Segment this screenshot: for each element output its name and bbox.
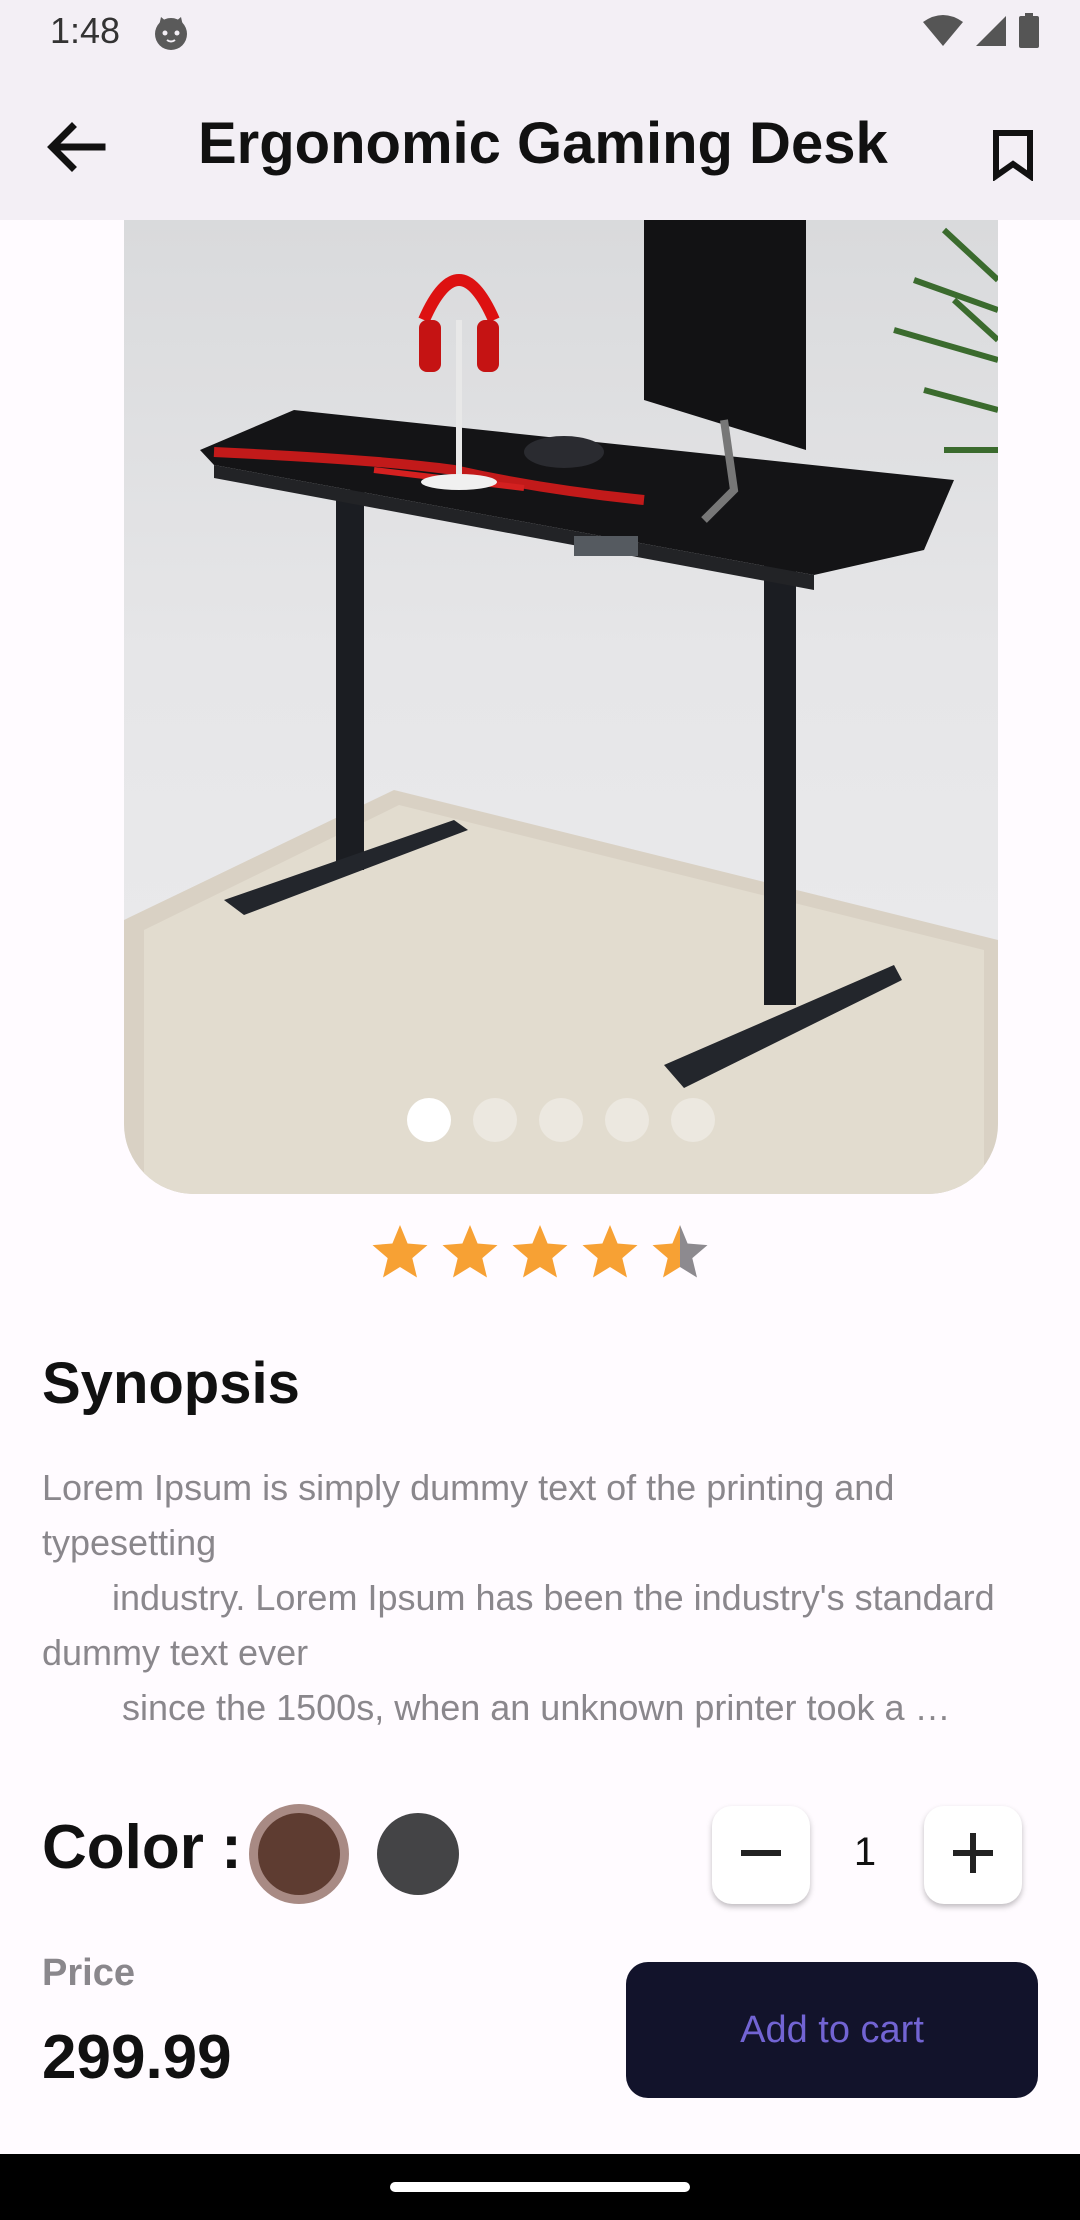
- back-button[interactable]: [30, 104, 120, 194]
- product-photo: [124, 220, 998, 1194]
- price-value: 299.99: [42, 2023, 232, 2092]
- carousel-dot[interactable]: [671, 1098, 715, 1142]
- star-icon: [582, 1225, 638, 1278]
- synopsis-text: Lorem Ipsum is simply dummy text of the …: [42, 1467, 995, 1728]
- swatch-fill: [258, 1813, 340, 1895]
- star-icon: [442, 1225, 498, 1278]
- star-icon: [652, 1225, 708, 1278]
- status-bar: 1:48: [0, 0, 1080, 66]
- synopsis-heading: Synopsis: [42, 1351, 300, 1416]
- status-time: 1:48: [50, 10, 121, 51]
- swatch-fill: [377, 1813, 459, 1895]
- plus-icon: [951, 1831, 995, 1880]
- carousel-dot[interactable]: [473, 1098, 517, 1142]
- star-icon: [512, 1225, 568, 1278]
- bookmark-button[interactable]: [968, 112, 1058, 202]
- star-rating: [370, 1222, 710, 1292]
- increment-button[interactable]: [924, 1806, 1022, 1904]
- product-image-carousel[interactable]: [124, 220, 998, 1194]
- status-icons: [922, 12, 1040, 54]
- system-navigation-bar: [0, 2154, 1080, 2220]
- signal-icon: [974, 14, 1008, 53]
- color-swatch-dark-grey[interactable]: [368, 1804, 468, 1904]
- quantity-value: 1: [853, 1830, 877, 1874]
- cat-notification-icon: [152, 14, 190, 52]
- decrement-button[interactable]: [712, 1806, 810, 1904]
- battery-icon: [1018, 12, 1040, 54]
- star-icon: [372, 1225, 428, 1278]
- price-label: Price: [42, 1952, 135, 1994]
- carousel-dot[interactable]: [539, 1098, 583, 1142]
- page-title: Ergonomic Gaming Desk: [198, 111, 888, 176]
- carousel-pager: [124, 1098, 998, 1142]
- bookmark-outline-icon: [991, 129, 1035, 186]
- carousel-dot[interactable]: [605, 1098, 649, 1142]
- carousel-dot[interactable]: [407, 1098, 451, 1142]
- arrow-left-icon: [44, 121, 106, 178]
- wifi-icon: [922, 14, 964, 53]
- minus-icon: [739, 1831, 783, 1880]
- color-swatch-brown[interactable]: [249, 1804, 349, 1904]
- home-gesture-handle[interactable]: [390, 2182, 690, 2192]
- app-bar: Ergonomic Gaming Desk: [0, 66, 1080, 220]
- add-to-cart-button[interactable]: Add to cart: [626, 1962, 1038, 2098]
- color-label: Color :: [42, 1813, 242, 1882]
